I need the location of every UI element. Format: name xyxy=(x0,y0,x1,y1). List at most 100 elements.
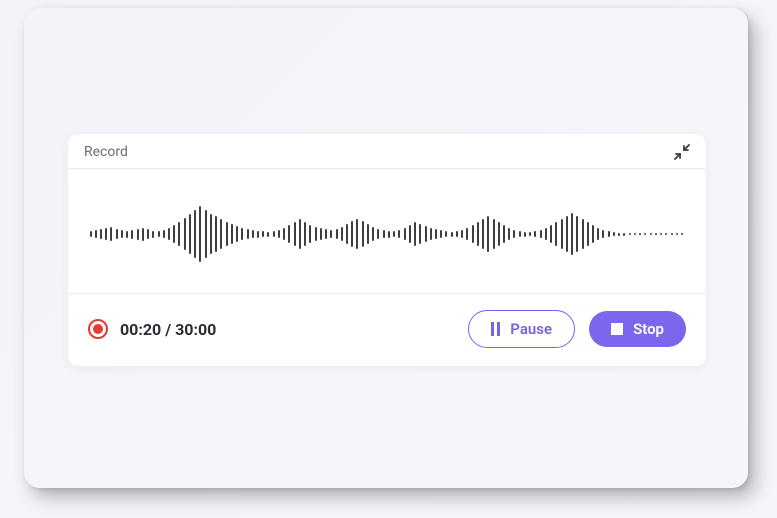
waveform-bar xyxy=(613,232,615,236)
waveform-bar xyxy=(315,227,317,241)
waveform-bar xyxy=(173,225,175,243)
waveform-bar xyxy=(90,231,92,237)
collapse-icon[interactable] xyxy=(674,144,690,160)
time-display: 00:20 / 30:00 xyxy=(120,320,216,339)
waveform-bar xyxy=(383,230,385,238)
waveform-bar xyxy=(131,230,133,239)
waveform-bar xyxy=(367,224,369,244)
pause-button-label: Pause xyxy=(510,320,552,338)
waveform-bar xyxy=(414,222,416,246)
waveform-bar xyxy=(550,225,552,243)
waveform-bar xyxy=(236,226,238,242)
waveform-bar xyxy=(540,230,542,238)
waveform-bar xyxy=(655,233,657,235)
waveform-bar xyxy=(487,216,489,252)
waveform-bar xyxy=(456,231,458,237)
card-title: Record xyxy=(84,144,128,160)
waveform-bar xyxy=(189,214,191,254)
waveform-bar xyxy=(472,225,474,243)
waveform-bar xyxy=(356,219,358,249)
waveform-bar xyxy=(184,218,186,250)
waveform-bar xyxy=(477,222,479,246)
waveform-bar xyxy=(231,224,233,244)
waveform-bar xyxy=(466,228,468,240)
waveform-bar xyxy=(576,216,578,252)
waveform-bar xyxy=(330,230,332,238)
stop-button[interactable]: Stop xyxy=(589,311,686,347)
waveform-bars xyxy=(88,197,686,271)
waveform-bar xyxy=(372,227,374,241)
waveform-bar xyxy=(163,230,165,238)
waveform-bar xyxy=(404,228,406,240)
waveform-bar xyxy=(278,230,280,238)
waveform-bar xyxy=(257,231,259,238)
waveform-bar xyxy=(440,230,442,238)
waveform-bar xyxy=(158,231,160,237)
waveform-bar xyxy=(513,230,515,238)
waveform-bar xyxy=(241,228,243,240)
waveform-bar xyxy=(309,225,311,243)
pause-button[interactable]: Pause xyxy=(468,310,575,348)
waveform-bar xyxy=(299,219,301,249)
waveform-bar xyxy=(676,233,678,235)
waveform-bar xyxy=(555,222,557,246)
waveform-bar xyxy=(597,228,599,240)
waveform-bar xyxy=(116,229,118,239)
waveform-bar xyxy=(592,225,594,243)
waveform-bar xyxy=(650,233,652,235)
left-controls: 00:20 / 30:00 xyxy=(88,319,216,339)
waveform-bar xyxy=(262,231,264,237)
waveform-bar xyxy=(461,230,463,238)
controls-row: 00:20 / 30:00 Pause Stop xyxy=(68,294,706,366)
waveform-bar xyxy=(294,222,296,246)
waveform-bar xyxy=(199,206,201,262)
waveform-bar xyxy=(194,210,196,258)
waveform-bar xyxy=(346,224,348,244)
waveform-bar xyxy=(100,229,102,239)
waveform-bar xyxy=(602,230,604,238)
waveform-bar xyxy=(623,233,625,236)
waveform-bar xyxy=(671,233,673,235)
waveform-bar xyxy=(571,213,573,255)
waveform-bar xyxy=(377,229,379,239)
waveform-bar xyxy=(618,233,620,236)
waveform-bar xyxy=(393,231,395,237)
waveform-bar xyxy=(320,228,322,240)
waveform-bar xyxy=(639,233,641,235)
waveform-bar xyxy=(95,230,97,238)
waveform-bar xyxy=(608,231,610,237)
waveform-bar xyxy=(147,229,149,239)
waveform-bar xyxy=(503,225,505,243)
card-header: Record xyxy=(68,134,706,169)
waveform-bar xyxy=(325,229,327,239)
waveform-bar xyxy=(660,233,662,235)
waveform-bar xyxy=(498,222,500,246)
waveform-bar xyxy=(304,222,306,246)
pause-icon xyxy=(491,322,500,336)
waveform-bar xyxy=(168,228,170,240)
waveform-bar xyxy=(362,221,364,247)
waveform-bar xyxy=(137,229,139,240)
waveform-bar xyxy=(398,230,400,238)
waveform-bar xyxy=(430,228,432,240)
waveform-bar xyxy=(587,222,589,246)
app-frame: Record 00:20 / 30:00 xyxy=(24,8,748,488)
waveform-bar xyxy=(582,219,584,249)
waveform-bar xyxy=(336,229,338,239)
waveform-bar xyxy=(105,228,107,240)
waveform-bar xyxy=(529,232,531,236)
waveform-bar xyxy=(435,229,437,239)
waveform-bar xyxy=(451,232,453,237)
waveform-bar xyxy=(273,231,275,237)
waveform-bar xyxy=(126,231,128,238)
stop-button-label: Stop xyxy=(633,320,664,338)
waveform-bar xyxy=(634,233,636,235)
waveform-bar xyxy=(110,227,112,241)
waveform xyxy=(68,169,706,294)
recording-card: Record 00:20 / 30:00 xyxy=(68,134,706,366)
stop-icon xyxy=(611,323,623,335)
waveform-bar xyxy=(665,233,667,235)
waveform-bar xyxy=(524,232,526,237)
waveform-bar xyxy=(267,232,269,237)
waveform-bar xyxy=(493,219,495,249)
